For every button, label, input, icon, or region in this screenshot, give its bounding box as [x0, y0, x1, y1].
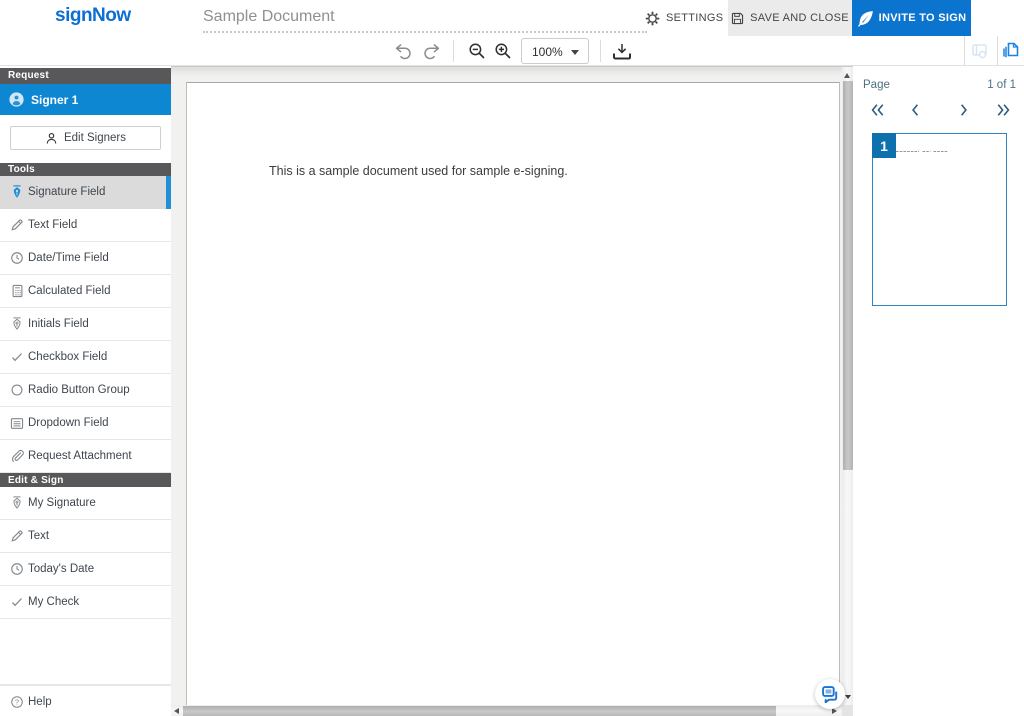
svg-text:?: ?: [15, 697, 19, 706]
